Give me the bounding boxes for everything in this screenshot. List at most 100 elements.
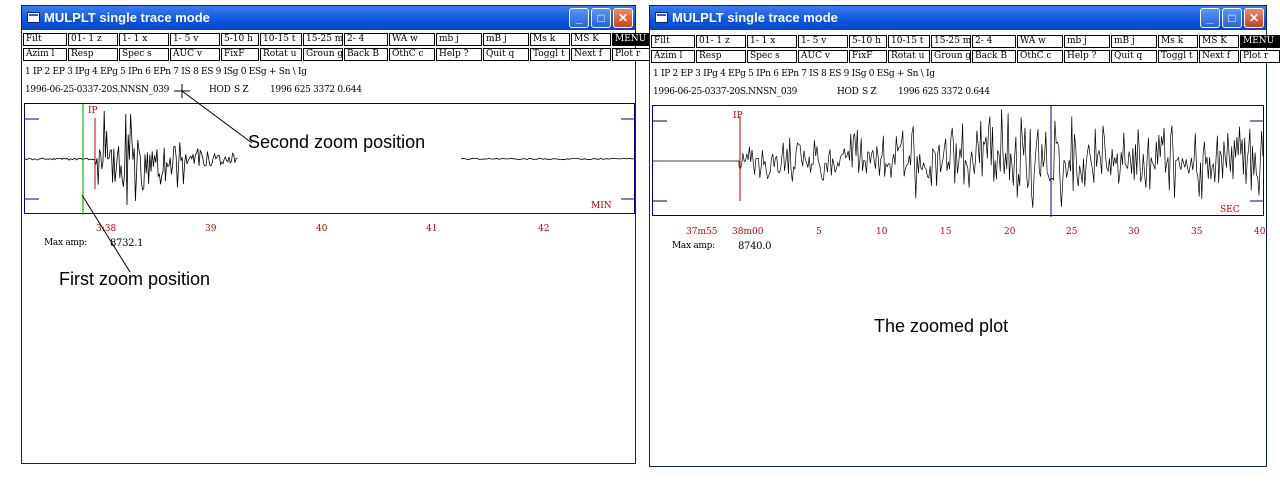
- seismogram-trace: [24, 110, 238, 206]
- menu-button-ms-k[interactable]: Ms k: [1158, 35, 1198, 48]
- left-title-bar[interactable]: MULPLT single trace mode _ □ ✕: [22, 6, 635, 30]
- left-menu-row-2: Azim l Resp Spec s AUC v FixF Rotat u Groun gB…: [23, 48, 653, 61]
- menu-button-wa-w[interactable]: WA w: [1017, 35, 1063, 48]
- left-cursor-time: 3:38: [96, 224, 117, 234]
- menu-button-mb-j[interactable]: mB j: [483, 33, 529, 46]
- left-station: HOD: [209, 85, 231, 95]
- menu-button-5-10-h[interactable]: 5-10 h: [221, 33, 259, 46]
- maximize-icon[interactable]: □: [1222, 8, 1242, 28]
- right-menu-row-1: Filt 01- 1 z 1- 1 x 1- 5 v 5-10 h 10-15 t 15-2…: [651, 35, 1280, 48]
- menu-button-01-1-z[interactable]: 01- 1 z: [696, 35, 746, 48]
- right-max-amp-value: 8740.0: [738, 241, 772, 252]
- right-phase-marker: IP: [733, 111, 743, 121]
- menu-button-othc-c[interactable]: OthC c: [1017, 50, 1063, 63]
- menu-button-groun-g[interactable]: Groun g: [303, 48, 343, 61]
- minimize-icon[interactable]: _: [1200, 8, 1220, 28]
- menu-button-15-25-m[interactable]: 15-25 m: [931, 35, 971, 48]
- menu-button-rotat-u[interactable]: Rotat u: [260, 48, 302, 61]
- menu-button-rotat-u[interactable]: Rotat u: [888, 50, 930, 63]
- menu-button-quit-q[interactable]: Quit q: [483, 48, 529, 61]
- menu-button-help[interactable]: Help ?: [1064, 50, 1110, 63]
- right-menu-row-2: Azim l Resp Spec s AUC v FixF Rotat u Groun gB…: [651, 50, 1280, 63]
- left-trace-id: 1996-06-25-0337-20S.NNSN_039: [25, 85, 170, 95]
- menu-button-quit-q[interactable]: Quit q: [1111, 50, 1157, 63]
- menu-button-toggl-t[interactable]: Toggl t: [1158, 50, 1198, 63]
- menu-button-01-1-z[interactable]: 01- 1 z: [68, 33, 118, 46]
- menu-button-back-b[interactable]: Back B: [972, 50, 1016, 63]
- menu-button-fixf[interactable]: FixF: [849, 50, 887, 63]
- menu-button-filt[interactable]: Filt: [23, 33, 67, 46]
- right-window: MULPLT single trace mode _ □ ✕ Filt 01- 1…: [649, 5, 1280, 467]
- first-zoom-annotation: First zoom position: [59, 269, 211, 289]
- menu-button-2-4[interactable]: 2- 4: [344, 33, 388, 46]
- x-tick-label: 37m55: [686, 227, 718, 237]
- menu-button-toggl-t[interactable]: Toggl t: [530, 48, 570, 61]
- menu-button-resp[interactable]: Resp: [696, 50, 746, 63]
- x-tick-label: 39: [205, 224, 217, 234]
- menu-button-10-15-t[interactable]: 10-15 t: [260, 33, 302, 46]
- menu-button-2-4[interactable]: 2- 4: [972, 35, 1016, 48]
- menu-button-10-15-t[interactable]: 10-15 t: [888, 35, 930, 48]
- menu-button-auc-v[interactable]: AUC v: [170, 48, 220, 61]
- menu-button-azim-l[interactable]: Azim l: [23, 48, 67, 61]
- menu-button-auc-v[interactable]: AUC v: [798, 50, 848, 63]
- x-tick-label: 30: [1128, 227, 1140, 237]
- close-icon[interactable]: ✕: [613, 8, 633, 28]
- menu-button-spec-s[interactable]: Spec s: [119, 48, 169, 61]
- zoomed-plot-annotation: The zoomed plot: [874, 316, 1009, 336]
- menu-button-15-25-m[interactable]: 15-25 m: [303, 33, 343, 46]
- menu-button-next-f[interactable]: Next f: [1199, 50, 1239, 63]
- menu-button-1-1-x[interactable]: 1- 1 x: [119, 33, 169, 46]
- menu-button-wa-w[interactable]: WA w: [389, 33, 435, 46]
- menu-button-menu[interactable]: MENU: [612, 33, 652, 46]
- right-title-bar[interactable]: MULPLT single trace mode _ □ ✕: [650, 6, 1266, 30]
- menu-button-mb-j[interactable]: mb j: [436, 33, 482, 46]
- menu-button-mb-j[interactable]: mB j: [1111, 35, 1157, 48]
- second-zoom-annotation: Second zoom position: [248, 132, 426, 152]
- menu-button-1-5-v[interactable]: 1- 5 v: [798, 35, 848, 48]
- menu-button-resp[interactable]: Resp: [68, 48, 118, 61]
- close-icon[interactable]: ✕: [1244, 8, 1264, 28]
- menu-button-spec-s[interactable]: Spec s: [747, 50, 797, 63]
- x-tick-label: 20: [1004, 227, 1016, 237]
- menu-button-next-f[interactable]: Next f: [571, 48, 611, 61]
- left-window-title: MULPLT single trace mode: [44, 10, 210, 25]
- menu-button-1-1-x[interactable]: 1- 1 x: [747, 35, 797, 48]
- menu-button-help[interactable]: Help ?: [436, 48, 482, 61]
- menu-button-othc-c[interactable]: OthC c: [389, 48, 435, 61]
- menu-button-mb-j[interactable]: mb j: [1064, 35, 1110, 48]
- right-window-title: MULPLT single trace mode: [672, 10, 838, 25]
- x-tick-label: 15: [940, 227, 952, 237]
- menu-button-ms-k[interactable]: MS K: [1199, 35, 1239, 48]
- x-tick-label: 41: [426, 224, 438, 234]
- left-trace-plot[interactable]: IP MIN: [24, 103, 635, 215]
- menu-button-fixf[interactable]: FixF: [221, 48, 259, 61]
- menu-button-plot-r[interactable]: Plot r: [612, 48, 652, 61]
- app-icon: [655, 12, 668, 23]
- menu-button-1-5-v[interactable]: 1- 5 v: [170, 33, 220, 46]
- menu-button-plot-r[interactable]: Plot r: [1240, 50, 1280, 63]
- x-tick-label: 40: [316, 224, 328, 234]
- menu-button-ms-k[interactable]: MS K: [571, 33, 611, 46]
- left-window: MULPLT single trace mode _ □ ✕ Filt 01- 1…: [21, 5, 652, 464]
- menu-button-menu[interactable]: MENU: [1240, 35, 1280, 48]
- minimize-icon[interactable]: _: [569, 8, 589, 28]
- right-trace-plot[interactable]: IP SEC: [652, 105, 1264, 217]
- menu-button-5-10-h[interactable]: 5-10 h: [849, 35, 887, 48]
- maximize-icon[interactable]: □: [591, 8, 611, 28]
- left-start-time: 1996 625 3372 0.644: [270, 85, 362, 95]
- left-component: S Z: [234, 85, 249, 95]
- left-max-amp-value: 8732.1: [110, 238, 144, 249]
- menu-button-back-b[interactable]: Back B: [344, 48, 388, 61]
- right-component: S Z: [862, 87, 877, 97]
- seismogram-trace-tail: [460, 157, 635, 161]
- left-phase-line: 1 IP 2 EP 3 IPg 4 EPg 5 IPn 6 EPn 7 IS 8…: [25, 67, 307, 77]
- menu-button-ms-k[interactable]: Ms k: [530, 33, 570, 46]
- x-tick-label: 25: [1066, 227, 1078, 237]
- left-phase-marker: IP: [88, 106, 98, 116]
- menu-button-azim-l[interactable]: Azim l: [651, 50, 695, 63]
- left-unit-label: MIN: [591, 201, 612, 211]
- menu-button-groun-g[interactable]: Groun g: [931, 50, 971, 63]
- right-phase-line: 1 IP 2 EP 3 IPg 4 EPg 5 IPn 6 EPn 7 IS 8…: [653, 69, 935, 79]
- menu-button-filt[interactable]: Filt: [651, 35, 695, 48]
